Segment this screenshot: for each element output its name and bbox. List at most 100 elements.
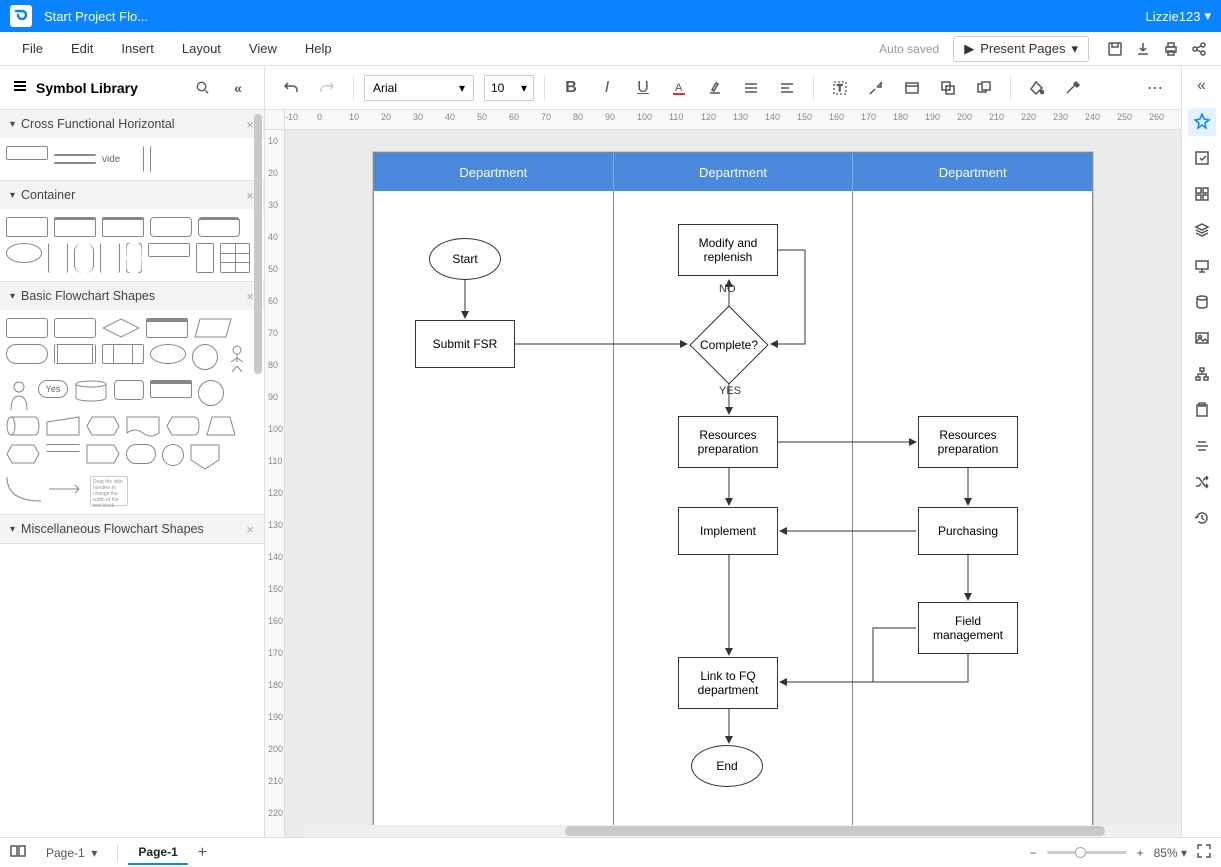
shape-subprocess[interactable] — [102, 344, 144, 364]
node-implement[interactable]: Implement — [678, 507, 778, 555]
style-panel-icon[interactable] — [1188, 108, 1216, 136]
shape-tall-rect[interactable] — [196, 243, 214, 273]
text-tool-button[interactable]: T — [824, 72, 856, 104]
fullscreen-button[interactable] — [1197, 844, 1211, 861]
lane-1[interactable] — [374, 191, 614, 831]
shape-display[interactable] — [166, 416, 200, 436]
share-icon[interactable] — [1185, 35, 1213, 63]
redo-button[interactable] — [311, 72, 343, 104]
node-field[interactable]: Field management — [918, 602, 1018, 654]
page-dropdown[interactable]: Page-1 ▾ — [36, 842, 107, 864]
shape-rounded[interactable] — [114, 380, 144, 400]
shape-container[interactable] — [102, 217, 144, 237]
shape-container[interactable] — [198, 217, 240, 237]
undo-button[interactable] — [275, 72, 307, 104]
print-icon[interactable] — [1157, 35, 1185, 63]
spacing-button[interactable] — [771, 72, 803, 104]
arrange-button[interactable] — [968, 72, 1000, 104]
close-section-icon[interactable]: × — [246, 117, 254, 132]
menu-help[interactable]: Help — [291, 41, 346, 56]
italic-button[interactable]: I — [591, 72, 623, 104]
shuffle-panel-icon[interactable] — [1188, 468, 1216, 496]
shape-manual-input[interactable] — [46, 416, 80, 436]
shape-divider-v[interactable] — [150, 146, 192, 172]
zoom-level[interactable]: 85% ▾ — [1154, 846, 1187, 860]
menu-insert[interactable]: Insert — [107, 41, 168, 56]
canvas-h-scrollbar[interactable] — [305, 825, 1181, 837]
shape-ellipse-container[interactable] — [6, 243, 42, 263]
sidebar-scrollbar[interactable] — [254, 114, 262, 374]
save-icon[interactable] — [1101, 35, 1129, 63]
grid-panel-icon[interactable] — [1188, 180, 1216, 208]
shape-data[interactable] — [194, 318, 232, 338]
shape-process[interactable] — [54, 318, 96, 338]
menu-edit[interactable]: Edit — [57, 41, 107, 56]
shape-actor[interactable] — [224, 344, 250, 374]
outline-icon[interactable] — [10, 845, 26, 860]
node-submit[interactable]: Submit FSR — [415, 320, 515, 368]
font-select[interactable]: Arial▾ — [364, 75, 474, 101]
close-section-icon[interactable]: × — [246, 188, 254, 203]
present-button[interactable]: ▶ Present Pages ▾ — [953, 36, 1089, 62]
shape-subprocess[interactable] — [54, 344, 96, 364]
bold-button[interactable]: B — [555, 72, 587, 104]
section-cross-functional[interactable]: ▾ Cross Functional Horizontal × — [0, 110, 264, 138]
swimlane-col-2[interactable]: Department — [614, 153, 854, 191]
zoom-out-button[interactable]: − — [1030, 846, 1037, 860]
shape-rect[interactable] — [148, 243, 190, 257]
close-section-icon[interactable]: × — [246, 522, 254, 537]
container-button[interactable] — [896, 72, 928, 104]
page[interactable]: Department Department Department Start S… — [373, 152, 1093, 832]
connector-button[interactable] — [860, 72, 892, 104]
section-basic-flowchart[interactable]: ▾ Basic Flowchart Shapes × — [0, 282, 264, 310]
shape-brace[interactable] — [126, 243, 142, 273]
shape-container[interactable] — [150, 217, 192, 237]
node-modify[interactable]: Modify and replenish — [678, 224, 778, 276]
shape-bracket[interactable] — [74, 243, 94, 273]
sitemap-panel-icon[interactable] — [1188, 360, 1216, 388]
zoom-in-button[interactable]: + — [1137, 846, 1144, 860]
shape-circle[interactable] — [192, 344, 218, 370]
shape-process[interactable] — [6, 318, 48, 338]
swimlane-col-1[interactable]: Department — [374, 153, 614, 191]
shape-connector[interactable] — [198, 380, 224, 406]
shape-pentagon[interactable] — [86, 444, 120, 464]
shape-decision[interactable] — [102, 318, 140, 338]
font-size-select[interactable]: 10▾ — [484, 75, 534, 101]
align-button[interactable] — [735, 72, 767, 104]
menu-file[interactable]: File — [8, 41, 57, 56]
shape-lines[interactable] — [46, 444, 80, 452]
swimlane-col-3[interactable]: Department — [853, 153, 1092, 191]
clipboard-panel-icon[interactable] — [1188, 396, 1216, 424]
shape-arrow-line[interactable] — [48, 482, 84, 496]
shape-predefined[interactable] — [146, 318, 188, 338]
shape-offpage[interactable] — [190, 444, 220, 470]
shape-small-circle[interactable] — [162, 444, 184, 466]
node-resources-2[interactable]: Resources preparation — [918, 416, 1018, 468]
export-panel-icon[interactable] — [1188, 144, 1216, 172]
shape-bracket[interactable] — [100, 243, 120, 273]
shape-curve[interactable] — [6, 476, 42, 502]
layers-panel-icon[interactable] — [1188, 216, 1216, 244]
search-icon[interactable] — [188, 74, 216, 102]
shape-swimlane-header[interactable] — [6, 146, 48, 160]
page-tab-1[interactable]: Page-1 — [128, 841, 187, 865]
node-purchasing[interactable]: Purchasing — [918, 507, 1018, 555]
shape-card[interactable] — [150, 380, 192, 398]
shape-yes[interactable]: Yes — [38, 380, 68, 398]
shape-note[interactable]: Drag the side handles to change the widt… — [90, 476, 128, 506]
node-link-fq[interactable]: Link to FQ department — [678, 657, 778, 709]
group-button[interactable] — [932, 72, 964, 104]
data-panel-icon[interactable] — [1188, 288, 1216, 316]
download-icon[interactable] — [1129, 35, 1157, 63]
shape-ellipse[interactable] — [150, 344, 186, 364]
add-page-button[interactable]: + — [198, 844, 207, 862]
node-start[interactable]: Start — [429, 238, 501, 280]
fill-button[interactable] — [1021, 72, 1053, 104]
shape-container[interactable] — [6, 217, 48, 237]
image-panel-icon[interactable] — [1188, 324, 1216, 352]
shape-pill[interactable] — [126, 444, 156, 464]
shape-divider[interactable]: vide — [102, 146, 144, 172]
align-panel-icon[interactable] — [1188, 432, 1216, 460]
section-container[interactable]: ▾ Container × — [0, 181, 264, 209]
